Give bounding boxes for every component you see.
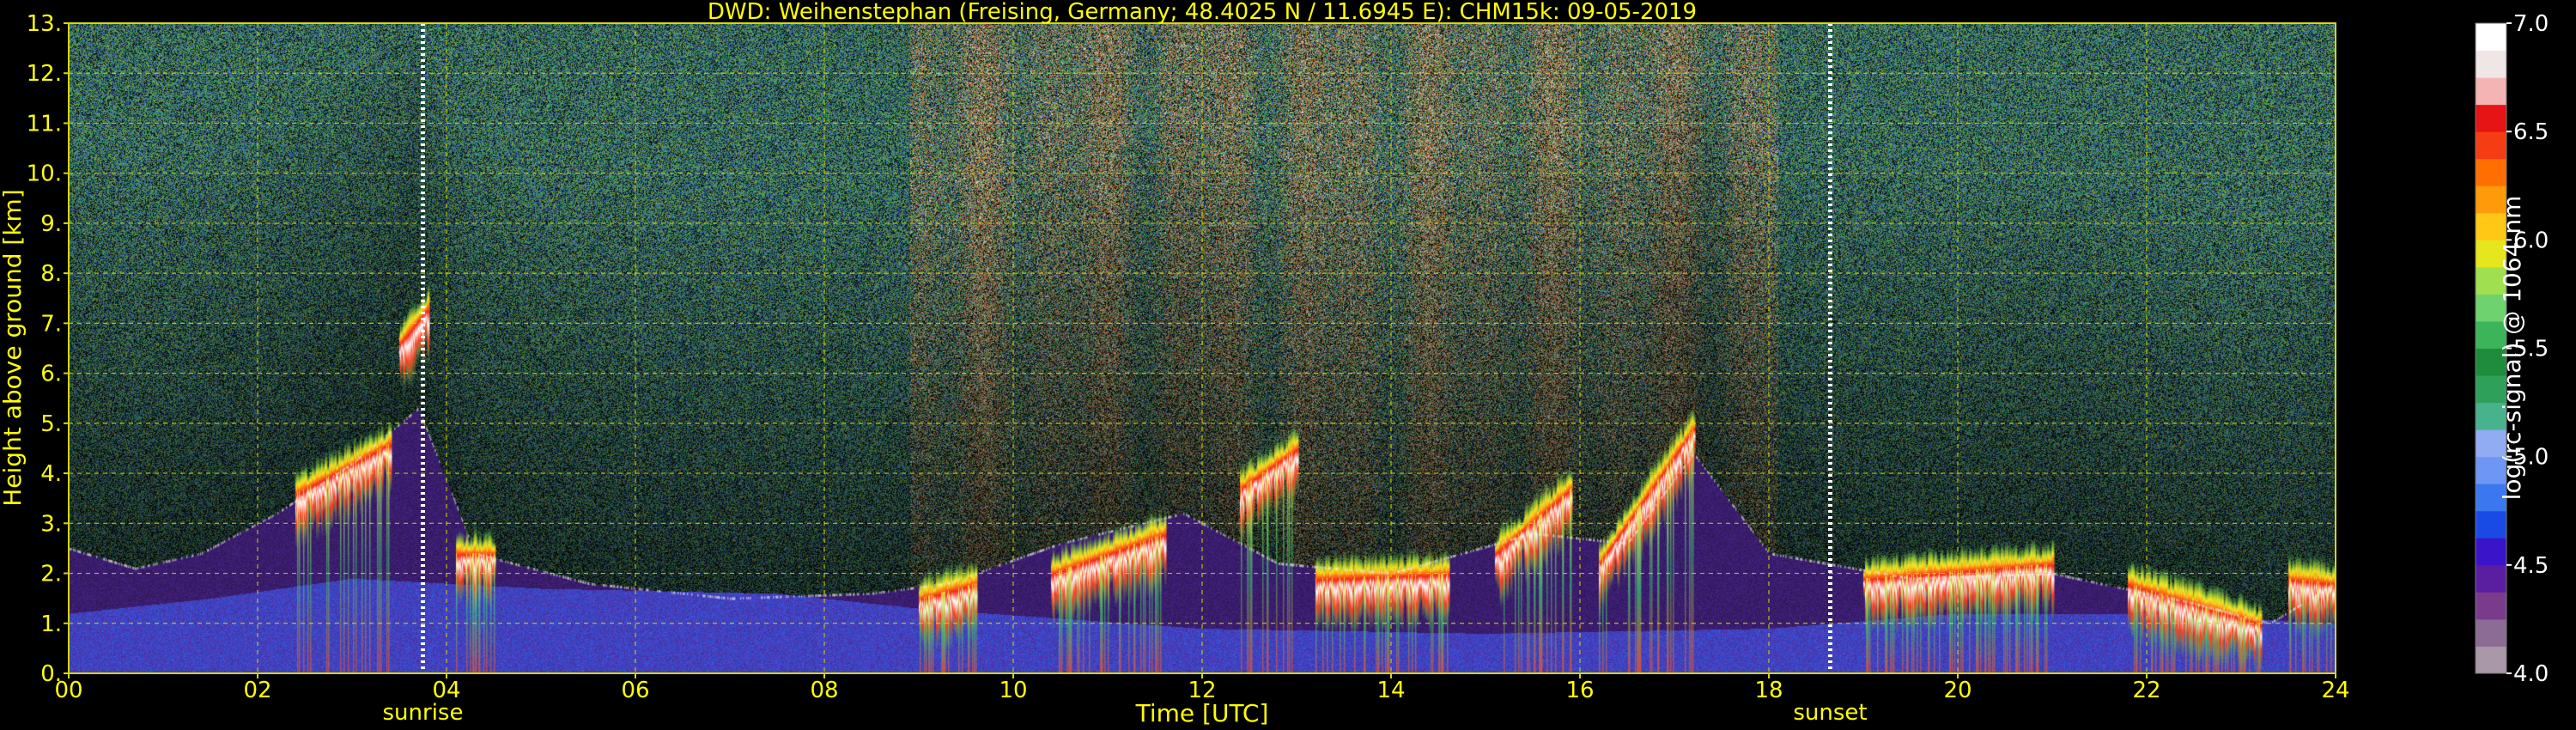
y-tick-label: 12. [27, 61, 62, 87]
x-tick-label: 16 [1565, 678, 1594, 703]
sunset-label: sunset [1793, 700, 1867, 726]
y-tick-label: 11. [27, 111, 62, 137]
colorbar-segment [2476, 131, 2506, 160]
colorbar-segment [2476, 564, 2506, 593]
colorbar-segment [2476, 538, 2506, 566]
y-tick-label: 9. [40, 211, 62, 237]
colorbar-tick-label: 6.5 [2513, 119, 2549, 145]
x-axis-label: Time [UTC] [1135, 699, 1269, 727]
sunrise-label: sunrise [383, 700, 464, 726]
ceilometer-figure: sunrise sunset 00 02 04 06 08 10 12 14 16 18 20 22 24… [0, 0, 2576, 730]
y-tick-label: 8. [40, 261, 62, 287]
x-tick-label: 22 [2132, 678, 2160, 703]
colorbar-segment [2476, 618, 2506, 647]
x-tick-label: 20 [1943, 678, 1971, 703]
x-tick-label: 14 [1376, 678, 1405, 703]
y-tick-label: 0. [40, 661, 62, 687]
y-tick-label: 10. [27, 161, 62, 187]
x-tick-label: 04 [432, 678, 460, 703]
colorbar-label: log(rc-signal) @ 1064 nm [2498, 196, 2526, 501]
x-tick-label: 02 [243, 678, 271, 703]
colorbar-tick-label: 4.5 [2513, 553, 2549, 579]
y-tick-label: 7. [40, 311, 62, 337]
colorbar-segment [2476, 646, 2506, 674]
colorbar-tick-label: 7.0 [2513, 11, 2549, 37]
y-tick-label: 2. [40, 562, 62, 587]
x-tick-label: 10 [999, 678, 1027, 703]
x-tick-label: 24 [2321, 678, 2349, 703]
colorbar-segment [2476, 158, 2506, 186]
y-tick-label: 4. [40, 461, 62, 487]
y-tick-label: 13. [27, 11, 62, 37]
x-tick-label: 18 [1754, 678, 1783, 703]
colorbar-segment [2476, 23, 2506, 52]
colorbar-segment [2476, 50, 2506, 78]
chart-title: DWD: Weihenstephan (Freising, Germany; 4… [708, 0, 1697, 25]
x-tick-label: 06 [621, 678, 649, 703]
colorbar-tick-label: 4.0 [2513, 661, 2549, 687]
y-tick-label: 5. [40, 411, 62, 437]
colorbar-segment [2476, 77, 2506, 106]
colorbar-segment [2476, 104, 2506, 132]
x-tick-label: 08 [810, 678, 838, 703]
y-tick-label: 3. [40, 511, 62, 537]
y-tick-label: 6. [40, 362, 62, 387]
y-tick-label: 1. [40, 611, 62, 637]
colorbar-segment [2476, 510, 2506, 538]
colorbar-segment [2476, 592, 2506, 620]
y-axis-label: Height above ground [km] [0, 189, 27, 507]
